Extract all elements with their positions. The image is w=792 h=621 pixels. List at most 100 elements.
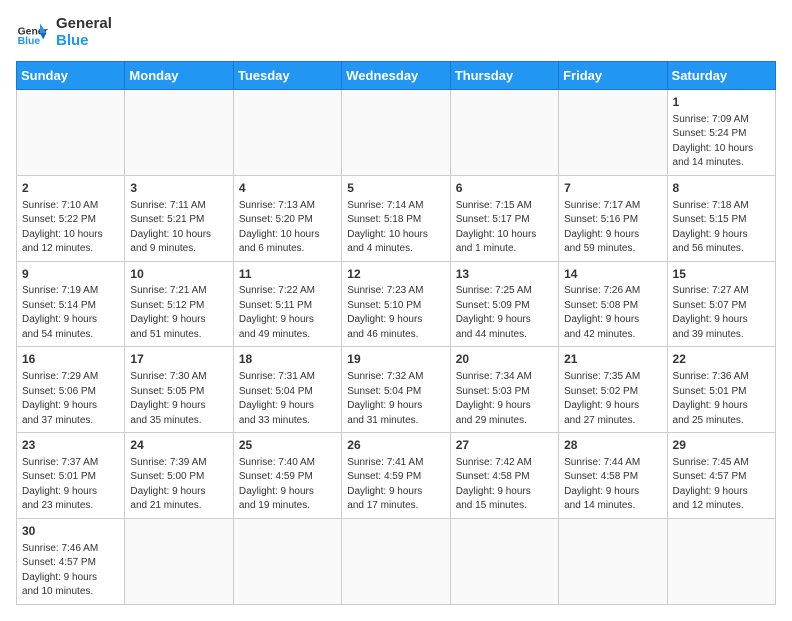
day-number: 21 xyxy=(564,351,661,368)
day-number: 4 xyxy=(239,180,336,197)
cell-content: Sunrise: 7:15 AM Sunset: 5:17 PM Dayligh… xyxy=(456,199,553,257)
weekday-header: Thursday xyxy=(450,62,558,90)
day-number: 7 xyxy=(564,180,661,197)
cell-content: Sunrise: 7:39 AM Sunset: 5:00 PM Dayligh… xyxy=(130,456,227,514)
calendar-week-row: 16 Sunrise: 7:29 AM Sunset: 5:06 PM Dayli… xyxy=(17,347,776,433)
cell-content: Sunrise: 7:13 AM Sunset: 5:20 PM Dayligh… xyxy=(239,199,336,257)
cell-content: Sunrise: 7:36 AM Sunset: 5:01 PM Dayligh… xyxy=(673,370,770,428)
calendar-cell xyxy=(125,518,233,604)
cell-content: Sunrise: 7:40 AM Sunset: 4:59 PM Dayligh… xyxy=(239,456,336,514)
calendar-cell xyxy=(233,518,341,604)
day-number: 22 xyxy=(673,351,770,368)
logo: General Blue General Blue xyxy=(16,16,112,49)
day-number: 24 xyxy=(130,437,227,454)
day-number: 2 xyxy=(22,180,119,197)
calendar-cell: 2 Sunrise: 7:10 AM Sunset: 5:22 PM Daylig… xyxy=(17,175,125,261)
cell-content: Sunrise: 7:46 AM Sunset: 4:57 PM Dayligh… xyxy=(22,542,119,600)
cell-content: Sunrise: 7:21 AM Sunset: 5:12 PM Dayligh… xyxy=(130,284,227,342)
day-number: 28 xyxy=(564,437,661,454)
cell-content: Sunrise: 7:26 AM Sunset: 5:08 PM Dayligh… xyxy=(564,284,661,342)
calendar-cell: 15Sunrise: 7:27 AM Sunset: 5:07 PM Dayli… xyxy=(667,261,775,347)
day-number: 3 xyxy=(130,180,227,197)
calendar-week-row: 9Sunrise: 7:19 AM Sunset: 5:14 PM Daylig… xyxy=(17,261,776,347)
calendar-cell: 5 Sunrise: 7:14 AM Sunset: 5:18 PM Daylig… xyxy=(342,175,450,261)
calendar-cell: 11Sunrise: 7:22 AM Sunset: 5:11 PM Dayli… xyxy=(233,261,341,347)
day-number: 6 xyxy=(456,180,553,197)
weekday-header: Friday xyxy=(559,62,667,90)
cell-content: Sunrise: 7:27 AM Sunset: 5:07 PM Dayligh… xyxy=(673,284,770,342)
calendar-cell: 14Sunrise: 7:26 AM Sunset: 5:08 PM Dayli… xyxy=(559,261,667,347)
calendar-cell: 26 Sunrise: 7:41 AM Sunset: 4:59 PM Dayli… xyxy=(342,433,450,519)
calendar-cell: 16 Sunrise: 7:29 AM Sunset: 5:06 PM Dayli… xyxy=(17,347,125,433)
day-number: 26 xyxy=(347,437,444,454)
cell-content: Sunrise: 7:23 AM Sunset: 5:10 PM Dayligh… xyxy=(347,284,444,342)
calendar-cell xyxy=(450,90,558,176)
cell-content: Sunrise: 7:14 AM Sunset: 5:18 PM Dayligh… xyxy=(347,199,444,257)
calendar-cell xyxy=(17,90,125,176)
calendar-cell xyxy=(342,90,450,176)
calendar-cell: 30Sunrise: 7:46 AM Sunset: 4:57 PM Dayli… xyxy=(17,518,125,604)
calendar-cell: 18 Sunrise: 7:31 AM Sunset: 5:04 PM Dayli… xyxy=(233,347,341,433)
svg-text:Blue: Blue xyxy=(18,36,41,47)
day-number: 8 xyxy=(673,180,770,197)
calendar-cell: 27Sunrise: 7:42 AM Sunset: 4:58 PM Dayli… xyxy=(450,433,558,519)
cell-content: Sunrise: 7:31 AM Sunset: 5:04 PM Dayligh… xyxy=(239,370,336,428)
calendar-cell: 25 Sunrise: 7:40 AM Sunset: 4:59 PM Dayli… xyxy=(233,433,341,519)
day-number: 23 xyxy=(22,437,119,454)
day-number: 12 xyxy=(347,266,444,283)
cell-content: Sunrise: 7:37 AM Sunset: 5:01 PM Dayligh… xyxy=(22,456,119,514)
calendar-week-row: 1 Sunrise: 7:09 AM Sunset: 5:24 PM Daylig… xyxy=(17,90,776,176)
calendar-cell xyxy=(559,90,667,176)
day-number: 25 xyxy=(239,437,336,454)
cell-content: Sunrise: 7:29 AM Sunset: 5:06 PM Dayligh… xyxy=(22,370,119,428)
calendar-cell: 23 Sunrise: 7:37 AM Sunset: 5:01 PM Dayli… xyxy=(17,433,125,519)
cell-content: Sunrise: 7:42 AM Sunset: 4:58 PM Dayligh… xyxy=(456,456,553,514)
logo-general: General xyxy=(56,15,112,32)
cell-content: Sunrise: 7:09 AM Sunset: 5:24 PM Dayligh… xyxy=(673,113,770,171)
cell-content: Sunrise: 7:44 AM Sunset: 4:58 PM Dayligh… xyxy=(564,456,661,514)
cell-content: Sunrise: 7:19 AM Sunset: 5:14 PM Dayligh… xyxy=(22,284,119,342)
cell-content: Sunrise: 7:18 AM Sunset: 5:15 PM Dayligh… xyxy=(673,199,770,257)
calendar-cell: 6 Sunrise: 7:15 AM Sunset: 5:17 PM Daylig… xyxy=(450,175,558,261)
calendar-cell xyxy=(450,518,558,604)
calendar-cell xyxy=(559,518,667,604)
day-number: 5 xyxy=(347,180,444,197)
calendar-cell: 21 Sunrise: 7:35 AM Sunset: 5:02 PM Dayli… xyxy=(559,347,667,433)
calendar-cell: 9Sunrise: 7:19 AM Sunset: 5:14 PM Daylig… xyxy=(17,261,125,347)
page-header: General Blue General Blue xyxy=(16,16,776,49)
cell-content: Sunrise: 7:17 AM Sunset: 5:16 PM Dayligh… xyxy=(564,199,661,257)
calendar-cell: 8 Sunrise: 7:18 AM Sunset: 5:15 PM Daylig… xyxy=(667,175,775,261)
weekday-header: Wednesday xyxy=(342,62,450,90)
day-number: 18 xyxy=(239,351,336,368)
calendar-header-row: SundayMondayTuesdayWednesdayThursdayFrid… xyxy=(17,62,776,90)
day-number: 20 xyxy=(456,351,553,368)
calendar-cell: 19Sunrise: 7:32 AM Sunset: 5:04 PM Dayli… xyxy=(342,347,450,433)
cell-content: Sunrise: 7:10 AM Sunset: 5:22 PM Dayligh… xyxy=(22,199,119,257)
day-number: 13 xyxy=(456,266,553,283)
calendar-cell: 28 Sunrise: 7:44 AM Sunset: 4:58 PM Dayli… xyxy=(559,433,667,519)
calendar-cell xyxy=(233,90,341,176)
calendar-cell xyxy=(667,518,775,604)
cell-content: Sunrise: 7:32 AM Sunset: 5:04 PM Dayligh… xyxy=(347,370,444,428)
day-number: 11 xyxy=(239,266,336,283)
cell-content: Sunrise: 7:41 AM Sunset: 4:59 PM Dayligh… xyxy=(347,456,444,514)
calendar-cell xyxy=(342,518,450,604)
day-number: 1 xyxy=(673,94,770,111)
cell-content: Sunrise: 7:45 AM Sunset: 4:57 PM Dayligh… xyxy=(673,456,770,514)
calendar-cell: 12Sunrise: 7:23 AM Sunset: 5:10 PM Dayli… xyxy=(342,261,450,347)
calendar-cell: 22 Sunrise: 7:36 AM Sunset: 5:01 PM Dayli… xyxy=(667,347,775,433)
cell-content: Sunrise: 7:35 AM Sunset: 5:02 PM Dayligh… xyxy=(564,370,661,428)
calendar-week-row: 2 Sunrise: 7:10 AM Sunset: 5:22 PM Daylig… xyxy=(17,175,776,261)
cell-content: Sunrise: 7:25 AM Sunset: 5:09 PM Dayligh… xyxy=(456,284,553,342)
weekday-header: Sunday xyxy=(17,62,125,90)
calendar-cell: 4 Sunrise: 7:13 AM Sunset: 5:20 PM Daylig… xyxy=(233,175,341,261)
calendar-cell: 3Sunrise: 7:11 AM Sunset: 5:21 PM Daylig… xyxy=(125,175,233,261)
weekday-header: Tuesday xyxy=(233,62,341,90)
day-number: 9 xyxy=(22,266,119,283)
day-number: 16 xyxy=(22,351,119,368)
calendar-table: SundayMondayTuesdayWednesdayThursdayFrid… xyxy=(16,61,776,605)
day-number: 17 xyxy=(130,351,227,368)
day-number: 29 xyxy=(673,437,770,454)
calendar-cell: 24 Sunrise: 7:39 AM Sunset: 5:00 PM Dayli… xyxy=(125,433,233,519)
cell-content: Sunrise: 7:34 AM Sunset: 5:03 PM Dayligh… xyxy=(456,370,553,428)
